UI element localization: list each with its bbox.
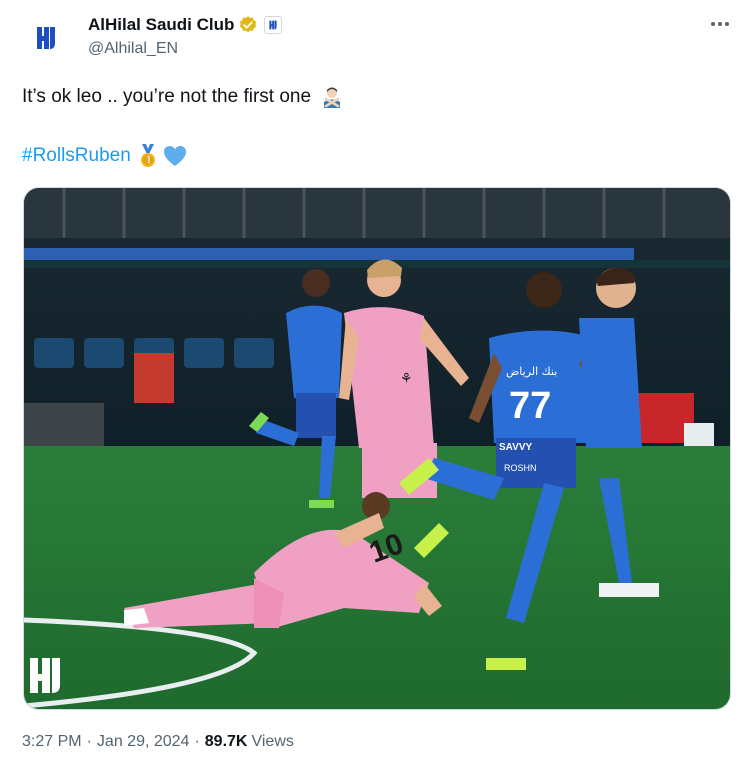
tweet-time[interactable]: 3:27 PM	[22, 733, 82, 751]
svg-text:⚘: ⚘	[400, 370, 413, 386]
views-count[interactable]: 89.7K	[205, 733, 248, 751]
blue-heart-icon	[163, 145, 187, 167]
tweet-text: It’s ok leo .. you’re not the first one	[22, 84, 343, 110]
jersey-number: 77	[509, 385, 551, 427]
tweet-hashtag-line: #RollsRuben	[22, 143, 187, 169]
meta-separator: ·	[194, 733, 200, 750]
views-label: Views	[251, 733, 294, 750]
tweet-meta: 3:27 PM · Jan 29, 2024 · 89.7K Views	[22, 733, 294, 751]
tweet-body: It’s ok leo .. you’re not the first one	[22, 86, 312, 107]
affiliate-badge-icon[interactable]	[264, 16, 283, 34]
author-avatar[interactable]	[22, 14, 70, 62]
man-gesturing-no-icon	[321, 86, 343, 108]
jersey-sponsor-secondary: SAVVY	[499, 442, 532, 453]
watermark-logo-icon	[30, 658, 60, 693]
tweet-header: AlHilal Saudi Club @Alhilal_EN	[22, 10, 732, 66]
meta-separator: ·	[86, 733, 92, 750]
jersey-sleeve-sponsor: ROSHN	[504, 463, 537, 473]
author-names: AlHilal Saudi Club @Alhilal_EN	[88, 13, 283, 58]
match-photo: ⚘ 10 77 بنك الرياض SAVVY ROSHN	[24, 188, 730, 709]
gold-medal-icon	[137, 144, 159, 168]
author-display-name[interactable]: AlHilal Saudi Club	[88, 15, 234, 35]
alhilal-logo-icon	[37, 27, 55, 49]
tweet-date[interactable]: Jan 29, 2024	[97, 733, 190, 751]
gold-verified-check-icon[interactable]	[238, 15, 258, 35]
jersey-sponsor: بنك الرياض	[506, 365, 557, 378]
author-handle[interactable]: @Alhilal_EN	[88, 40, 282, 58]
more-options-icon[interactable]	[708, 12, 732, 36]
hashtag-link[interactable]: #RollsRuben	[22, 143, 131, 169]
tweet-photo[interactable]: ⚘ 10 77 بنك الرياض SAVVY ROSHN	[23, 187, 731, 710]
